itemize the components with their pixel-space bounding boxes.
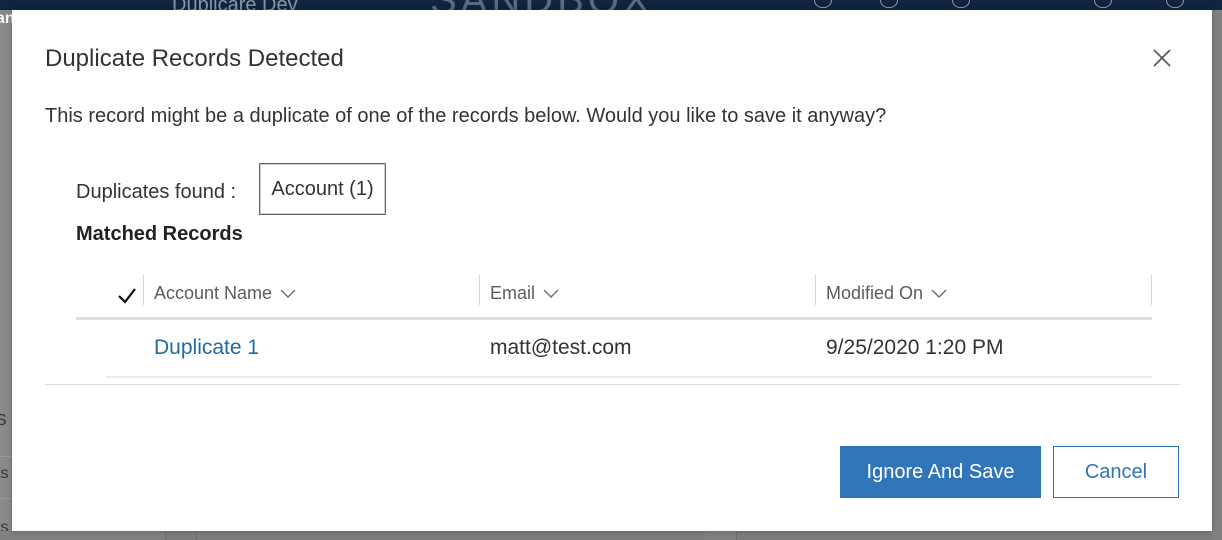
column-divider <box>479 275 480 305</box>
background-panel <box>736 531 1213 540</box>
background-left-text: ts <box>0 465 9 482</box>
background-panel <box>165 531 196 540</box>
background-top-bar: Duplicare Dev SANDBOX <box>0 0 1222 10</box>
column-divider <box>815 275 816 305</box>
background-mail-icon <box>1094 0 1112 8</box>
column-header-account-name[interactable]: Account Name <box>154 278 296 308</box>
column-divider <box>143 275 144 305</box>
background-user-icon <box>1166 0 1184 8</box>
chevron-down-icon <box>280 289 296 299</box>
background-right-panel <box>1212 10 1222 540</box>
email-cell: matt@test.com <box>490 336 632 359</box>
footer-divider <box>45 384 1180 385</box>
grid-header-divider <box>76 317 1152 320</box>
table-row[interactable]: Duplicate 1 matt@test.com 9/25/2020 1:20… <box>106 322 1152 378</box>
duplicates-found-label: Duplicates found : <box>76 181 237 203</box>
column-header-email[interactable]: Email <box>490 278 559 308</box>
column-header-label: Email <box>490 283 536 303</box>
column-header-modified-on[interactable]: Modified On <box>826 278 947 308</box>
background-divider <box>0 498 12 499</box>
matched-records-title: Matched Records <box>76 223 243 245</box>
dialog-title: Duplicate Records Detected <box>45 45 344 72</box>
dialog-message: This record might be a duplicate of one … <box>45 105 887 127</box>
background-left-text: an <box>0 10 12 27</box>
column-divider <box>1151 275 1152 305</box>
close-button[interactable] <box>1150 46 1174 70</box>
checkmark-icon <box>118 288 136 304</box>
chevron-down-icon <box>931 289 947 299</box>
tab-account[interactable]: Account (1) <box>259 163 386 215</box>
column-header-label: Modified On <box>826 283 924 303</box>
duplicate-detection-dialog: Duplicate Records Detected This record m… <box>12 10 1212 531</box>
close-icon <box>1153 49 1171 67</box>
chevron-down-icon <box>543 289 559 299</box>
account-name-link[interactable]: Duplicate 1 <box>154 336 259 360</box>
grid-header: Account Name Email Modified On <box>76 273 1152 319</box>
ignore-and-save-button[interactable]: Ignore And Save <box>840 446 1041 498</box>
background-left-text: S <box>0 412 7 429</box>
cancel-button[interactable]: Cancel <box>1053 446 1179 498</box>
column-header-label: Account Name <box>154 283 273 303</box>
background-settings-icon <box>952 0 970 8</box>
select-all-checkbox[interactable] <box>116 285 138 307</box>
background-environment-banner: SANDBOX <box>430 0 654 10</box>
background-left-panel: an S ts ts <box>0 10 12 540</box>
background-assistant-icon <box>880 0 898 8</box>
background-search-icon <box>814 0 832 8</box>
modified-on-cell: 9/25/2020 1:20 PM <box>826 336 1004 359</box>
background-divider <box>0 456 12 457</box>
background-form-panel <box>196 531 705 540</box>
background-app-title: Duplicare Dev <box>172 0 298 10</box>
